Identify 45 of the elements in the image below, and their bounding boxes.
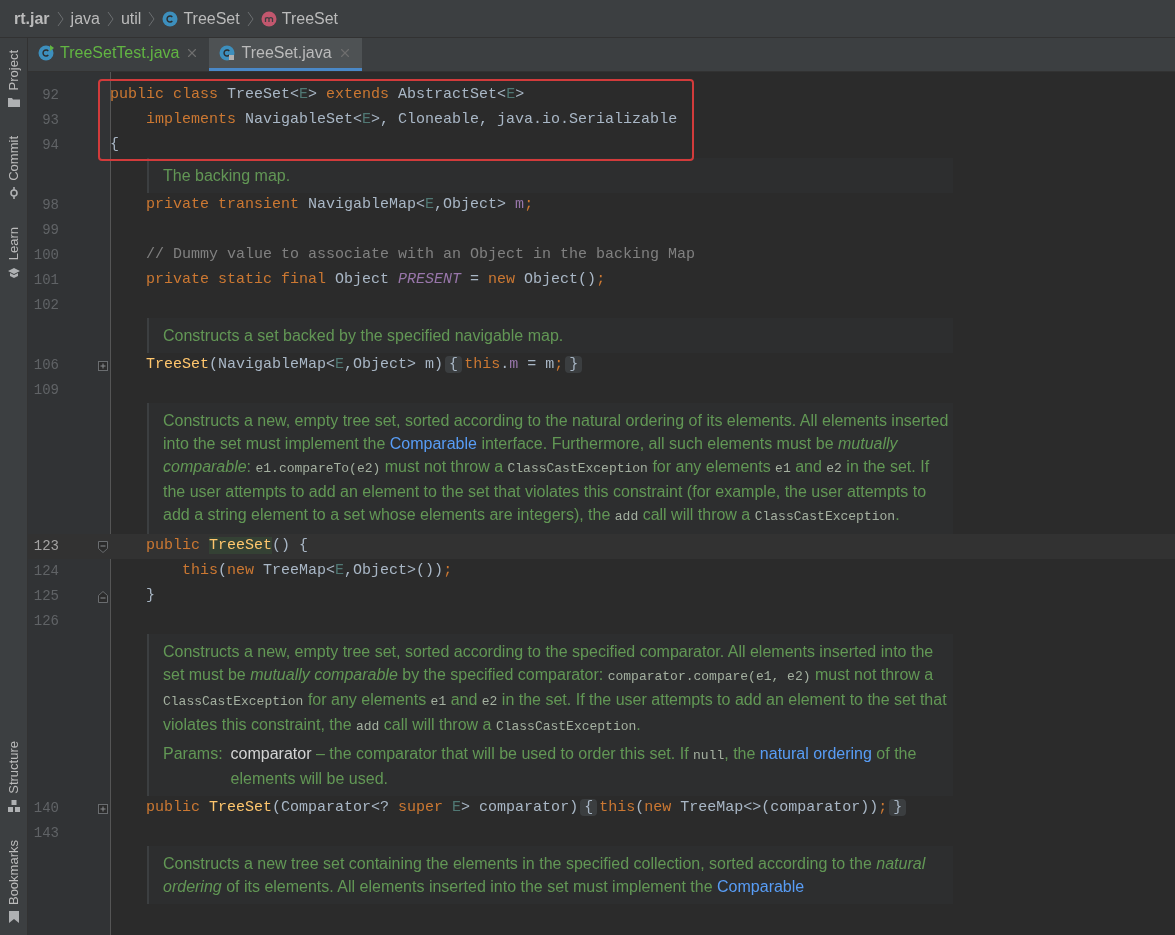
code-text: public class TreeSet<E> extends AbstractSet<E> [110, 86, 525, 104]
commit-icon [7, 187, 20, 200]
breadcrumb-link[interactable]: TreeSet [183, 6, 240, 31]
fold-expand-icon[interactable] [97, 803, 108, 814]
method-icon [260, 10, 277, 27]
code-text: TreeSet(NavigableMap<E,Object> m) { this.m = m; } [110, 356, 585, 374]
code-text: } [145, 587, 155, 605]
folder-icon [7, 96, 20, 109]
fold-end-icon[interactable] [97, 590, 108, 603]
bookmark-icon [7, 911, 20, 923]
code-text: implements NavigableSet<E>, Cloneable, java.io.Serializable [145, 111, 678, 129]
editor-tab[interactable]: TreeSetTest.java [28, 38, 210, 71]
class-icon [219, 45, 236, 61]
breadcrumb-link[interactable]: rt.jar [14, 6, 50, 31]
structure-icon [7, 799, 20, 812]
chevron-right-icon [148, 10, 156, 27]
params-label: Params: [163, 744, 223, 764]
fold-expand-icon[interactable] [97, 360, 108, 371]
code-text: this(new TreeMap<E,Object>()); [181, 562, 453, 580]
doc-paragraph: Constructs a set backed by the specified navigable map. [163, 326, 565, 346]
tool-window-button[interactable]: Project [3, 42, 24, 117]
graduation-cap-icon [7, 266, 20, 279]
tool-window-button[interactable]: Commit [3, 128, 24, 208]
tool-window-button[interactable]: Structure [3, 733, 24, 820]
class-icon [38, 45, 54, 61]
breadcrumb-link[interactable]: java [70, 6, 100, 31]
class-icon [162, 10, 179, 27]
code-text: { [110, 136, 119, 154]
chevron-right-icon [246, 10, 254, 27]
tool-window-button[interactable]: Learn [3, 219, 24, 287]
tool-window-button[interactable]: Bookmarks [3, 831, 24, 931]
doc-paragraph: The backing map. [163, 166, 292, 186]
doc-paragraph: Constructs a new tree set containing the elements in the specified collection, sorted according to the natural ordering of its elements. All elements inserted into the set must implement the Comparable [163, 854, 927, 897]
chevron-right-icon [56, 10, 64, 27]
line-number: 123 [32, 537, 59, 556]
breadcrumb-link[interactable]: TreeSet [281, 6, 339, 31]
code-comment: // Dummy value to associate with an Object in the backing Map [145, 246, 696, 264]
code-text: public TreeSet() { [145, 537, 309, 555]
fold-collapse-icon[interactable] [97, 540, 108, 553]
editor-tab[interactable]: TreeSet.java [209, 38, 362, 71]
code-text: public TreeSet(Comparator<? super E> comparator) { this(new TreeMap<>(comparator)); } [110, 799, 909, 817]
code-text: private static final Object PRESENT = new Object(); [145, 271, 606, 289]
chevron-right-icon [106, 10, 114, 27]
code-text: private transient NavigableMap<E,Object> m; [145, 196, 534, 214]
breadcrumb-link[interactable]: util [120, 6, 142, 31]
